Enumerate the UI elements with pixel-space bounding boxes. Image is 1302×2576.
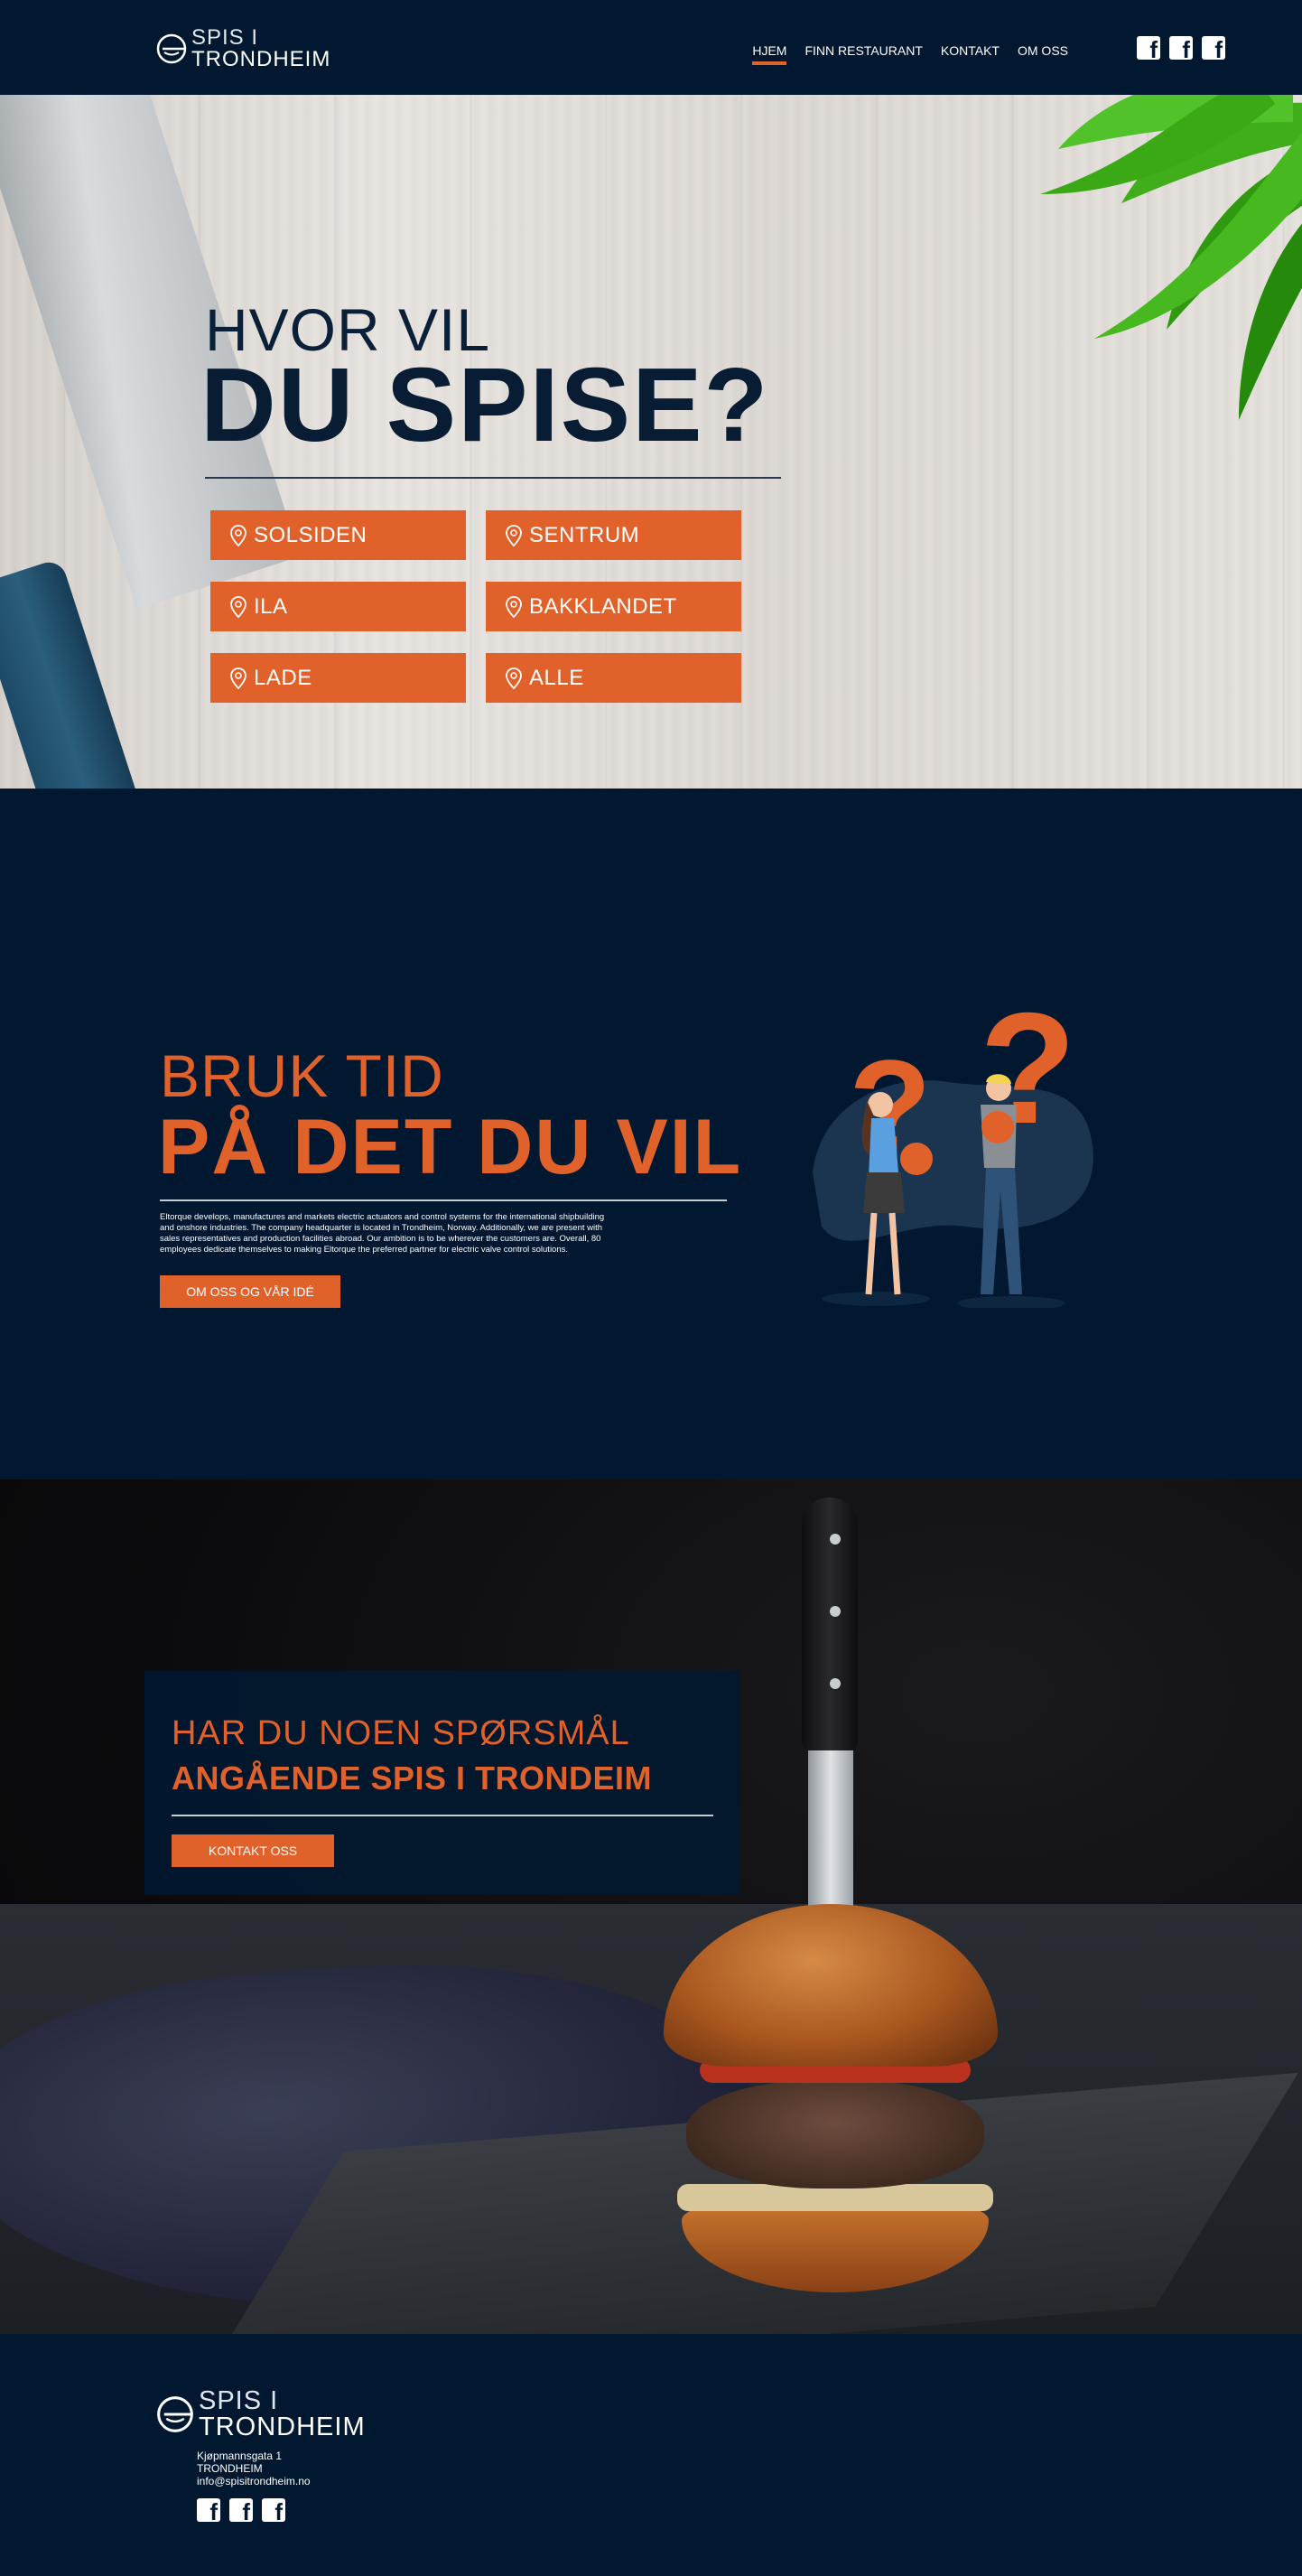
about-divider	[160, 1199, 727, 1201]
logo-text: SPIS I TRONDHEIM	[199, 2388, 366, 2441]
location-button-sentrum[interactable]: SENTRUM	[486, 510, 741, 560]
nav-item-finn-restaurant[interactable]: FINN RESTAURANT	[804, 43, 922, 63]
knife-blade-image	[808, 1750, 853, 1913]
address-email[interactable]: info@spisitrondheim.no	[197, 2475, 311, 2487]
location-button-alle[interactable]: ALLE	[486, 653, 741, 703]
nav-item-hjem[interactable]: HJEM	[752, 43, 787, 65]
location-pin-icon	[230, 524, 246, 546]
facebook-icon[interactable]: f	[197, 2498, 220, 2522]
location-label: LADE	[254, 665, 312, 690]
contact-title-big: ANGÅENDE SPIS I TRONDEIM	[172, 1759, 653, 1797]
nav-item-kontakt[interactable]: KONTAKT	[941, 43, 1000, 63]
logo-line1: SPIS I	[199, 2386, 279, 2415]
logo-line1: SPIS I	[191, 25, 259, 50]
location-label: ILA	[254, 593, 288, 619]
burger-patty	[686, 2080, 984, 2189]
location-grid: SOLSIDEN SENTRUM ILA BAKKLANDET LADE ALL…	[210, 510, 741, 703]
location-pin-icon	[506, 667, 522, 689]
location-label: ALLE	[529, 665, 584, 690]
location-button-lade[interactable]: LADE	[210, 653, 466, 703]
contact-section: HAR DU NOEN SPØRSMÅL ANGÅENDE SPIS I TRO…	[0, 1479, 1302, 2334]
facebook-icon[interactable]: f	[1137, 36, 1160, 60]
site-footer: SPIS I TRONDHEIM Kjøpmannsgata 1 TRONDHE…	[0, 2334, 1302, 2576]
logo-line2: TRONDHEIM	[199, 2413, 366, 2441]
location-pin-icon	[506, 595, 522, 618]
location-button-bakklandet[interactable]: BAKKLANDET	[486, 582, 741, 631]
facebook-icon[interactable]: f	[262, 2498, 285, 2522]
logo-text: SPIS I TRONDHEIM	[191, 27, 330, 70]
herb-leaves-image	[1040, 95, 1302, 420]
location-label: SOLSIDEN	[254, 522, 367, 547]
hero-divider	[205, 477, 781, 479]
site-header: SPIS I TRONDHEIM HJEM FINN RESTAURANT KO…	[0, 0, 1302, 95]
facebook-icon[interactable]: f	[1169, 36, 1193, 60]
about-paragraph: Eltorque develops, manufactures and mark…	[160, 1212, 605, 1255]
site-logo[interactable]: SPIS I TRONDHEIM	[155, 27, 330, 70]
about-section: BRUK TID PÅ DET DU VIL Eltorque develops…	[0, 789, 1302, 1479]
address-city: TRONDHEIM	[197, 2462, 263, 2475]
location-label: BAKKLANDET	[529, 593, 677, 619]
rivet	[830, 1678, 841, 1689]
location-button-ila[interactable]: ILA	[210, 582, 466, 631]
about-title-small: BRUK TID	[160, 1042, 444, 1109]
footer-social-links: f f f	[197, 2498, 285, 2522]
contact-divider	[172, 1815, 713, 1816]
contact-panel: HAR DU NOEN SPØRSMÅL ANGÅENDE SPIS I TRO…	[144, 1671, 740, 1895]
footer-logo[interactable]: SPIS I TRONDHEIM	[155, 2388, 366, 2441]
location-pin-icon	[230, 595, 246, 618]
location-pin-icon	[230, 667, 246, 689]
facebook-icon[interactable]: f	[229, 2498, 253, 2522]
about-title-big: PÅ DET DU VIL	[158, 1104, 743, 1190]
plate-utensils-icon	[156, 33, 187, 64]
location-button-solsiden[interactable]: SOLSIDEN	[210, 510, 466, 560]
header-social-links: f f f	[1137, 36, 1225, 60]
question-people-illustration: ? ?	[813, 1001, 1093, 1308]
address-street: Kjøpmannsgata 1	[197, 2450, 283, 2462]
about-us-button[interactable]: OM OSS OG VÅR IDÉ	[160, 1275, 340, 1308]
contact-us-button[interactable]: KONTAKT OSS	[172, 1834, 334, 1867]
contact-title-small: HAR DU NOEN SPØRSMÅL	[172, 1714, 630, 1752]
plate-utensils-icon	[157, 2396, 193, 2432]
footer-address: Kjøpmannsgata 1 TRONDHEIM info@spisitron…	[197, 2450, 311, 2487]
nav-item-om-oss[interactable]: OM OSS	[1018, 43, 1068, 63]
rivet	[830, 1534, 841, 1545]
hero-section: HVOR VIL DU SPISE? SOLSIDEN SENTRUM ILA …	[0, 95, 1302, 789]
facebook-icon[interactable]: f	[1202, 36, 1225, 60]
location-label: SENTRUM	[529, 522, 640, 547]
main-nav: HJEM FINN RESTAURANT KONTAKT OM OSS	[752, 43, 1068, 65]
location-pin-icon	[506, 524, 522, 546]
hero-title-big: DU SPISE?	[200, 346, 770, 463]
logo-line2: TRONDHEIM	[191, 47, 331, 71]
rivet	[830, 1606, 841, 1617]
